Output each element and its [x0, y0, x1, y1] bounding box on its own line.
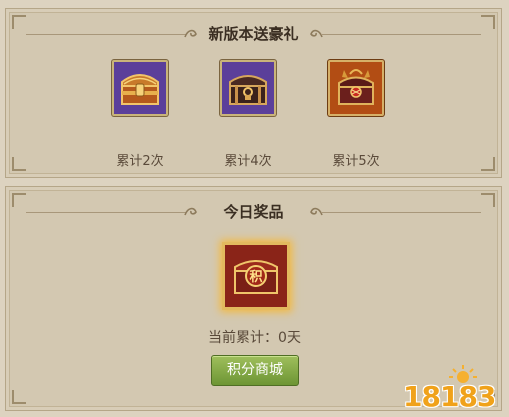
reward-label: 累计5次 — [332, 154, 380, 169]
reward-slot-2[interactable]: 累计4次 — [220, 60, 280, 169]
corner-ornament — [12, 390, 26, 404]
prize-glyph: 积 — [249, 269, 262, 285]
reward-frame[interactable] — [220, 60, 276, 116]
daily-prize-frame[interactable]: 积 — [222, 242, 290, 310]
corner-ornament — [12, 157, 26, 171]
watermark-text: 18183 — [403, 380, 496, 413]
treasure-chest-dark-icon — [229, 75, 267, 105]
treasure-chest-dragon-icon — [338, 69, 374, 105]
title-divider-right — [321, 212, 481, 213]
reward-frame[interactable] — [112, 60, 168, 116]
title-divider-right — [321, 34, 481, 35]
bonus-panel: 新版本送豪礼 累计2次 累计4次 累计5次 — [5, 8, 502, 178]
points-shop-button[interactable]: 积分商城 — [211, 355, 299, 386]
treasure-chest-gold-icon — [121, 74, 159, 105]
reward-slot-1[interactable]: 累计2次 — [112, 60, 172, 169]
points-chest-icon: 积 — [234, 260, 278, 294]
reward-label: 累计2次 — [116, 154, 164, 169]
reward-slot-3[interactable]: 累计5次 — [328, 60, 388, 169]
watermark-logo: 18183 — [403, 363, 499, 413]
corner-ornament — [481, 157, 495, 171]
accumulated-days-label: 当前累计：0天 — [208, 330, 301, 346]
reward-frame[interactable] — [328, 60, 384, 116]
reward-label: 累计4次 — [224, 154, 272, 169]
